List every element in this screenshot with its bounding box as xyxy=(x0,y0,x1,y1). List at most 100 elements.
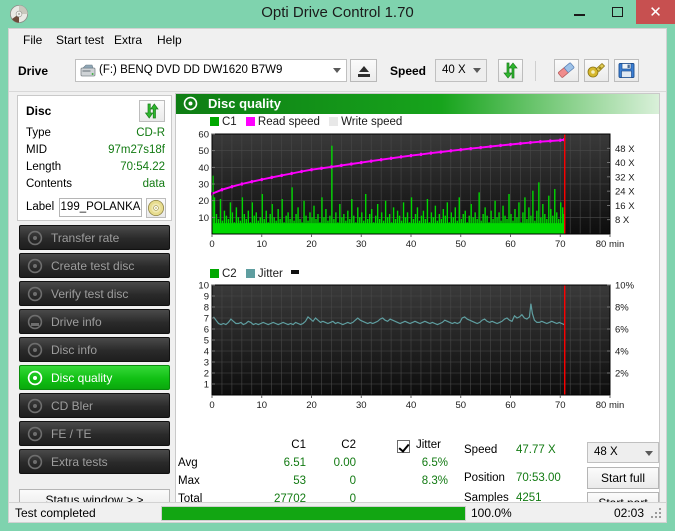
sidebar-item-fe-te[interactable]: FE / TE xyxy=(19,421,170,446)
stats-col-c2: C2 xyxy=(341,439,356,451)
stats-col-c1: C1 xyxy=(291,439,306,451)
sidebar-item-label: FE / TE xyxy=(51,427,92,441)
tools-button[interactable] xyxy=(584,59,609,82)
start-full-button[interactable]: Start full xyxy=(587,467,659,489)
svg-text:0: 0 xyxy=(209,400,214,411)
main-panel: Disc quality C1 Read speed Write speed 1… xyxy=(175,93,660,515)
menu-extra[interactable]: Extra xyxy=(108,32,148,48)
drive-select[interactable]: (F:) BENQ DVD DD DW1620 B7W9 xyxy=(75,59,347,82)
disc-icon xyxy=(27,426,43,442)
svg-text:8%: 8% xyxy=(615,303,629,314)
svg-text:80 min: 80 min xyxy=(596,239,625,250)
svg-text:9: 9 xyxy=(204,292,209,303)
close-button[interactable]: ✕ xyxy=(636,0,675,24)
refresh-icon xyxy=(144,103,159,119)
sidebar-item-verify-test-disc[interactable]: Verify test disc xyxy=(19,281,170,306)
progress-bar xyxy=(161,506,466,521)
stats-avg-c2: 0.00 xyxy=(333,457,356,469)
sidebar-item-label: Drive info xyxy=(51,315,102,329)
position-label: Position xyxy=(464,472,505,484)
disc-info-panel: Disc Type CD-R MID 97m27s18f Length 70:5… xyxy=(17,95,172,221)
svg-text:60: 60 xyxy=(505,400,516,411)
menu-bar: File Start test Extra Help xyxy=(9,29,666,51)
legend-label-read-speed: Read speed xyxy=(257,116,320,128)
chevron-down-icon xyxy=(645,451,653,456)
legend-swatch-c2 xyxy=(210,269,219,278)
disc-row-value: 97m27s18f xyxy=(108,144,165,156)
sidebar-item-cd-bler[interactable]: CD Bler xyxy=(19,393,170,418)
menu-start-test[interactable]: Start test xyxy=(50,32,110,48)
disc-row-contents: Contents data xyxy=(26,178,165,194)
sidebar-item-disc-info[interactable]: Disc info xyxy=(19,337,170,362)
disc-label-input[interactable]: 199_POLANKA xyxy=(59,198,142,217)
test-speed-value: 48 X xyxy=(594,446,618,458)
save-icon xyxy=(618,63,635,78)
svg-text:24 X: 24 X xyxy=(615,187,635,198)
refresh-button[interactable] xyxy=(498,59,523,82)
disc-row-mid: MID 97m27s18f xyxy=(26,144,165,160)
svg-text:40: 40 xyxy=(406,239,417,250)
legend-label-jitter: Jitter xyxy=(257,268,283,280)
sidebar-item-drive-info[interactable]: Drive info xyxy=(19,309,170,334)
panel-header-title: Disc quality xyxy=(208,96,281,111)
eject-icon xyxy=(359,66,369,72)
legend-swatch-jitter xyxy=(245,269,255,278)
stats-max-c1: 53 xyxy=(293,475,306,487)
disc-label-row: Label 199_POLANKA xyxy=(26,198,166,218)
legend-marker-icon xyxy=(291,270,300,274)
sidebar-item-label: Extra tests xyxy=(51,455,108,469)
legend-swatch-c1 xyxy=(210,117,219,126)
disc-icon xyxy=(27,286,43,302)
svg-text:60: 60 xyxy=(198,130,209,141)
disc-label-cd-button[interactable] xyxy=(146,198,166,218)
drive-value: (F:) BENQ DVD DD DW1620 B7W9 xyxy=(99,64,283,76)
stats-row-avg-label: Avg xyxy=(178,457,198,469)
svg-text:10: 10 xyxy=(256,400,267,411)
svg-text:50: 50 xyxy=(455,239,466,250)
svg-text:5: 5 xyxy=(204,336,209,347)
eraser-icon xyxy=(558,62,575,78)
resize-grip[interactable] xyxy=(651,508,663,520)
jitter-checkbox[interactable] xyxy=(397,440,410,453)
menu-file[interactable]: File xyxy=(17,32,48,48)
speed-value: 40 X xyxy=(442,64,466,76)
svg-text:20: 20 xyxy=(306,239,317,250)
maximize-button[interactable] xyxy=(598,0,636,24)
speed-result-label: Speed xyxy=(464,444,498,456)
svg-text:3: 3 xyxy=(204,358,209,369)
svg-text:0: 0 xyxy=(209,239,214,250)
save-button[interactable] xyxy=(614,59,639,82)
disc-row-length: Length 70:54.22 xyxy=(26,161,165,177)
sidebar-item-label: Disc info xyxy=(51,343,98,357)
eject-button[interactable] xyxy=(350,59,377,82)
stats-avg-c1: 6.51 xyxy=(283,457,306,469)
disc-icon xyxy=(27,342,43,358)
sidebar-item-transfer-rate[interactable]: Transfer rate xyxy=(19,225,170,250)
legend-swatch-write-speed xyxy=(329,117,339,126)
test-speed-select[interactable]: 48 X xyxy=(587,442,659,463)
svg-text:30: 30 xyxy=(356,400,367,411)
progress-fill xyxy=(162,507,465,520)
svg-text:10: 10 xyxy=(256,239,267,250)
drive-icon xyxy=(80,64,96,77)
disc-row-key: Type xyxy=(26,127,51,139)
sidebar-item-create-test-disc[interactable]: Create test disc xyxy=(19,253,170,278)
sidebar-item-label: Verify test disc xyxy=(51,287,129,301)
sidebar-item-extra-tests[interactable]: Extra tests xyxy=(19,449,170,474)
menu-help[interactable]: Help xyxy=(151,32,188,48)
erase-button[interactable] xyxy=(554,59,579,82)
status-text: Test completed xyxy=(15,506,96,520)
svg-text:40: 40 xyxy=(406,400,417,411)
disc-icon xyxy=(27,454,43,470)
minimize-button[interactable] xyxy=(560,0,598,24)
disc-refresh-button[interactable] xyxy=(139,100,165,122)
progress-percent: 100.0% xyxy=(471,506,512,520)
svg-text:60: 60 xyxy=(505,239,516,250)
stats-avg-jitter: 6.5% xyxy=(421,457,448,469)
svg-text:70: 70 xyxy=(555,400,566,411)
speed-select[interactable]: 40 X xyxy=(435,59,487,82)
tools-icon xyxy=(587,62,606,78)
svg-text:70: 70 xyxy=(555,239,566,250)
sidebar-item-disc-quality[interactable]: Disc quality xyxy=(19,365,170,390)
refresh-icon xyxy=(503,62,518,79)
